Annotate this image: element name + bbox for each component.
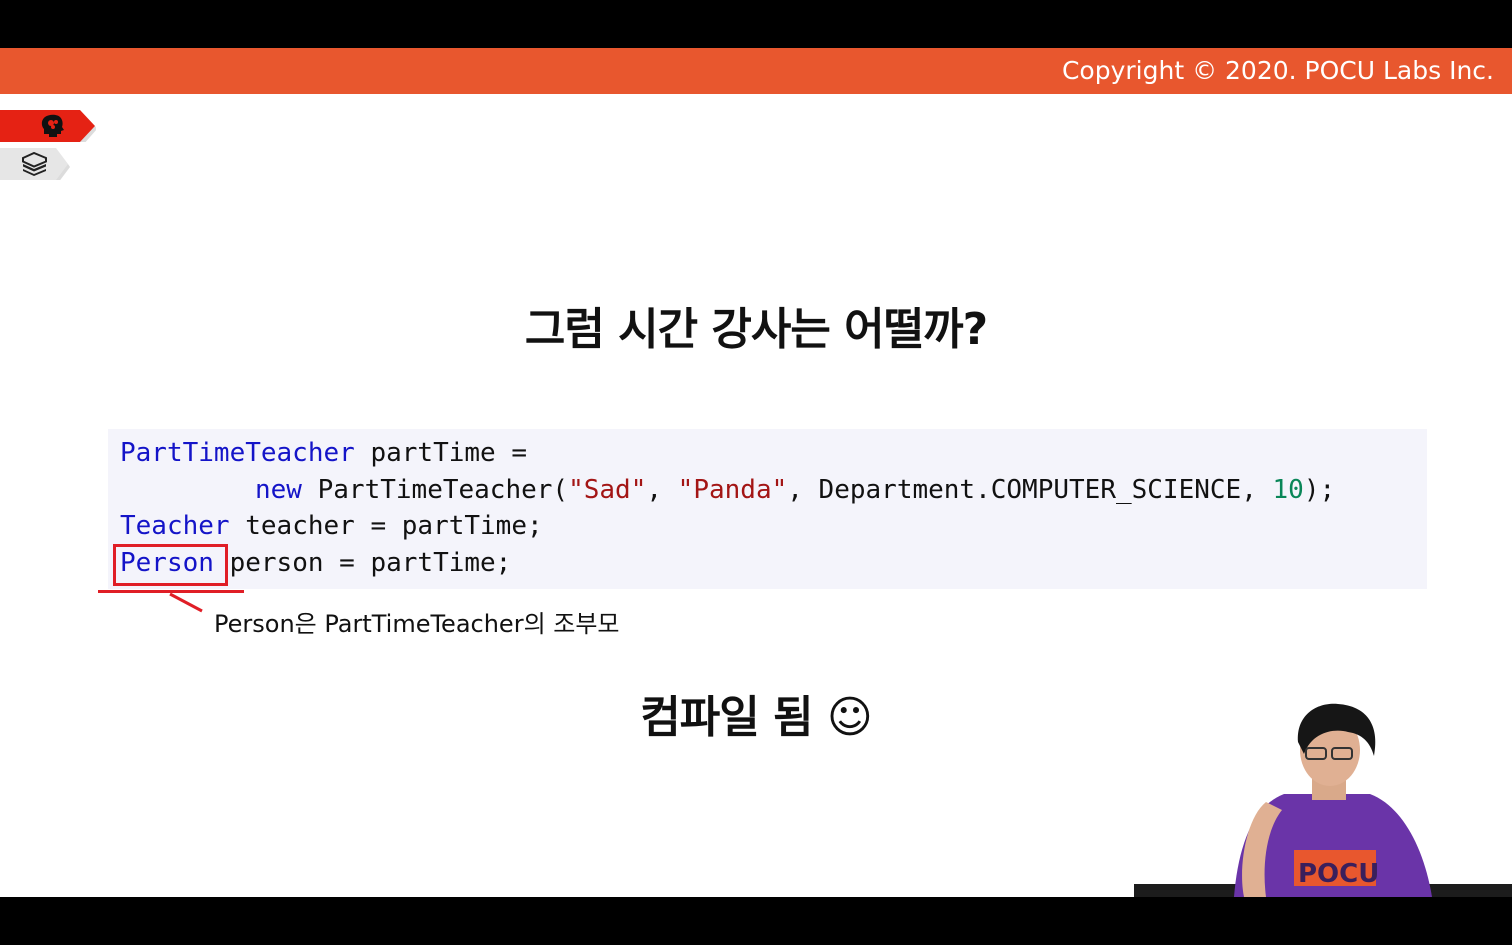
code-text: , Department.COMPUTER_SCIENCE, xyxy=(787,475,1273,505)
code-text: person = partTime; xyxy=(213,548,512,578)
books-stack-icon xyxy=(21,152,47,176)
code-line-2: new PartTimeTeacher("Sad", "Panda", Depa… xyxy=(255,473,1335,507)
code-type: PartTimeTeacher xyxy=(120,438,355,468)
annotation-note: Person은 PartTimeTeacher의 조부모 xyxy=(214,610,620,638)
code-keyword: new xyxy=(255,475,302,505)
nav-tab-brain[interactable] xyxy=(0,110,96,142)
code-line-1: PartTimeTeacher partTime = xyxy=(120,436,527,470)
highlight-box xyxy=(113,544,228,586)
nav-tab-books[interactable] xyxy=(0,148,70,180)
code-text: PartTimeTeacher( xyxy=(301,475,569,505)
code-number: 10 xyxy=(1272,475,1304,505)
code-string: "Sad" xyxy=(568,475,647,505)
copyright-text: Copyright © 2020. POCU Labs Inc. xyxy=(1061,56,1494,85)
code-line-3: Teacher teacher = partTime; xyxy=(120,509,543,543)
code-string: "Panda" xyxy=(677,475,788,505)
brain-head-icon xyxy=(40,114,66,138)
code-text: , xyxy=(646,475,678,505)
code-text: partTime = xyxy=(354,438,527,468)
shirt-text: POCU xyxy=(1298,859,1379,889)
code-block: PartTimeTeacher partTime = new PartTimeT… xyxy=(108,429,1427,589)
code-text: ); xyxy=(1303,475,1336,505)
presenter-figure: POCU xyxy=(1134,703,1512,897)
slide: Copyright © 2020. POCU Labs Inc. 그럼 시간 강… xyxy=(0,48,1512,897)
pointer-line xyxy=(169,592,203,613)
webcam-overlay: POCU xyxy=(1134,698,1512,897)
slide-title: 그럼 시간 강사는 어떨까? xyxy=(524,304,988,355)
header-bar: Copyright © 2020. POCU Labs Inc. xyxy=(0,48,1512,94)
code-text: teacher = partTime; xyxy=(229,511,543,541)
code-type: Teacher xyxy=(120,511,230,541)
